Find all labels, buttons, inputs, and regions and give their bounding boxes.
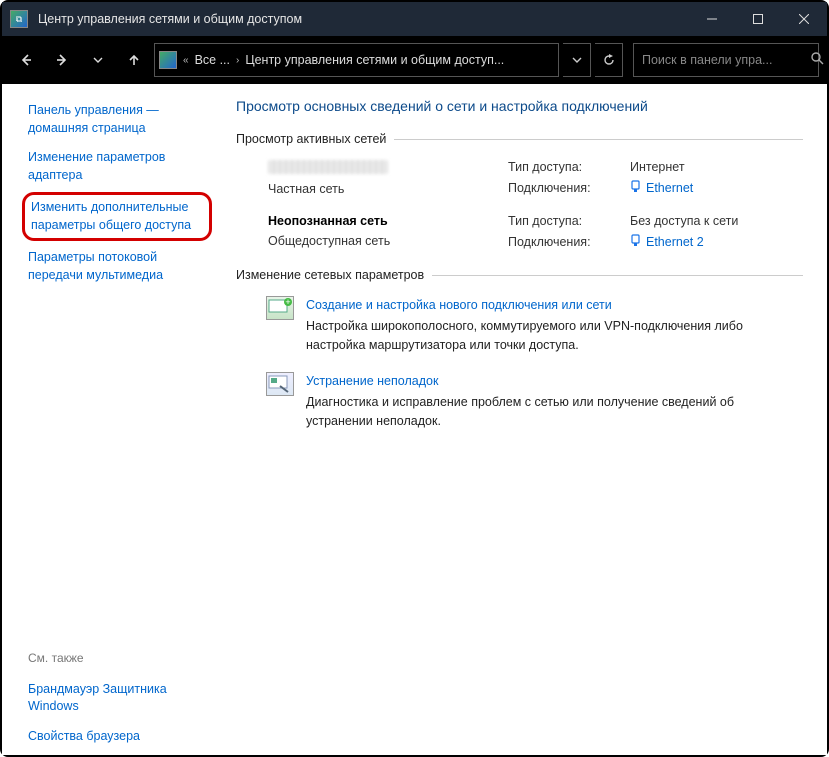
navbar: « Все ... › Центр управления сетями и об… [2, 36, 827, 84]
see-also-header: См. также [28, 631, 206, 665]
chevron-left-icon: « [183, 55, 189, 66]
access-type-value: Интернет [630, 160, 693, 174]
chevron-right-icon: › [236, 55, 239, 66]
titlebar: ⧉ Центр управления сетями и общим доступ… [2, 2, 827, 36]
network-type: Частная сеть [268, 182, 508, 196]
sidebar-link-home[interactable]: Панель управления — домашняя страница [28, 102, 206, 137]
access-type-label: Тип доступа: [508, 214, 618, 228]
sidebar-link-media-streaming[interactable]: Параметры потоковой передачи мультимедиа [28, 249, 206, 284]
ethernet-icon [630, 180, 641, 196]
divider [432, 275, 803, 276]
network-row: Частная сеть Тип доступа: Интернет Подкл… [236, 160, 803, 196]
sidebar-link-browser-props[interactable]: Свойства браузера [28, 728, 206, 746]
connection-link-ethernet-2[interactable]: Ethernet 2 [630, 234, 738, 250]
address-bar[interactable]: « Все ... › Центр управления сетями и об… [154, 43, 559, 77]
sidebar-link-firewall[interactable]: Брандмауэр Защитника Windows [28, 681, 206, 716]
nav-history-dropdown[interactable] [82, 44, 114, 76]
active-networks-header: Просмотр активных сетей [236, 132, 803, 146]
action-link-troubleshoot[interactable]: Устранение неполадок [306, 372, 803, 391]
search-icon[interactable] [811, 52, 824, 68]
connection-name: Ethernet 2 [646, 235, 704, 249]
change-settings-label: Изменение сетевых параметров [236, 268, 424, 282]
nav-forward-button[interactable] [46, 44, 78, 76]
network-name: Неопознанная сеть [268, 214, 508, 228]
network-name-blurred [268, 160, 388, 174]
close-button[interactable] [781, 2, 827, 36]
ethernet-icon [630, 234, 641, 250]
nav-back-button[interactable] [10, 44, 42, 76]
troubleshoot-icon [266, 372, 294, 396]
address-dropdown[interactable] [563, 43, 591, 77]
sidebar-link-advanced-sharing[interactable]: Изменить дополнительные параметры общего… [31, 199, 203, 234]
search-box[interactable] [633, 43, 819, 77]
sidebar-link-adapter[interactable]: Изменение параметров адаптера [28, 149, 206, 184]
connection-name: Ethernet [646, 181, 693, 195]
network-type: Общедоступная сеть [268, 234, 508, 248]
access-type-label: Тип доступа: [508, 160, 618, 174]
svg-text:+: + [285, 297, 290, 307]
search-input[interactable] [642, 53, 803, 67]
action-troubleshoot: Устранение неполадок Диагностика и испра… [266, 372, 803, 430]
sidebar: Панель управления — домашняя страница Из… [2, 84, 216, 755]
minimize-button[interactable] [689, 2, 735, 36]
action-new-connection: + Создание и настройка нового подключени… [266, 296, 803, 354]
breadcrumb-seg-1[interactable]: Все ... [195, 53, 230, 67]
action-desc-troubleshoot: Диагностика и исправление проблем с сеть… [306, 393, 803, 431]
action-link-new-connection[interactable]: Создание и настройка нового подключения … [306, 296, 803, 315]
window-controls [689, 2, 827, 36]
connections-label: Подключения: [508, 235, 618, 249]
app-icon: ⧉ [10, 10, 28, 28]
maximize-button[interactable] [735, 2, 781, 36]
refresh-button[interactable] [595, 43, 623, 77]
window-title: Центр управления сетями и общим доступом [38, 12, 302, 26]
connections-label: Подключения: [508, 181, 618, 195]
highlight-box: Изменить дополнительные параметры общего… [22, 192, 212, 241]
breadcrumb-seg-2[interactable]: Центр управления сетями и общим доступ..… [245, 53, 504, 67]
action-desc-new-connection: Настройка широкополосного, коммутируемог… [306, 317, 803, 355]
divider [394, 139, 803, 140]
address-icon [159, 51, 177, 69]
nav-up-button[interactable] [118, 44, 150, 76]
active-networks-label: Просмотр активных сетей [236, 132, 386, 146]
page-title: Просмотр основных сведений о сети и наст… [236, 98, 803, 114]
connection-link-ethernet[interactable]: Ethernet [630, 180, 693, 196]
access-type-value: Без доступа к сети [630, 214, 738, 228]
new-connection-icon: + [266, 296, 294, 320]
change-settings-header: Изменение сетевых параметров [236, 268, 803, 282]
content: Просмотр основных сведений о сети и наст… [216, 84, 827, 755]
network-row: Неопознанная сеть Общедоступная сеть Тип… [236, 214, 803, 250]
